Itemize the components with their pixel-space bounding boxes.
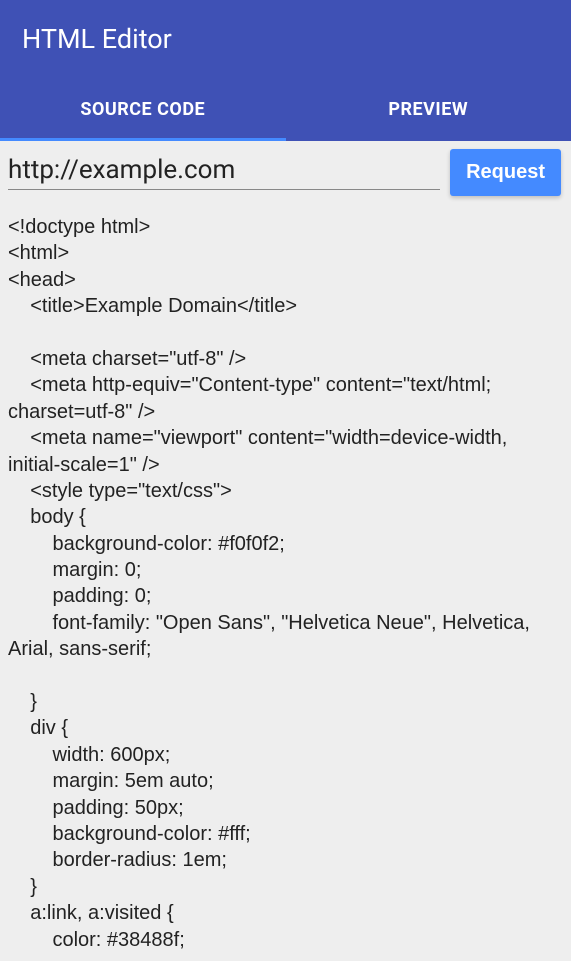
tab-preview[interactable]: PREVIEW [286, 77, 571, 141]
url-input-wrap [8, 155, 440, 190]
app-title: HTML Editor [22, 23, 172, 55]
url-bar: Request [0, 141, 571, 200]
tab-bar: SOURCE CODE PREVIEW [0, 77, 571, 141]
tab-source-code[interactable]: SOURCE CODE [0, 77, 286, 141]
app-toolbar: HTML Editor [0, 0, 571, 77]
tab-indicator [0, 138, 286, 141]
request-button[interactable]: Request [450, 149, 561, 196]
url-input[interactable] [8, 155, 440, 185]
source-code-view[interactable]: <!doctype html> <html> <head> <title>Exa… [0, 200, 571, 961]
